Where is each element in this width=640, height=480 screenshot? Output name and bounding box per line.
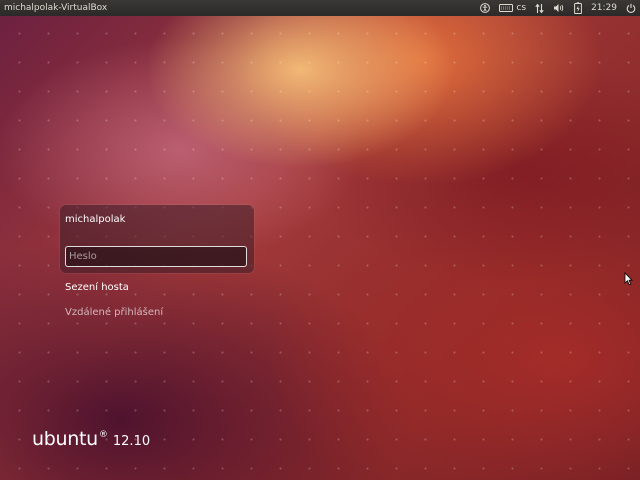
logo-wordmark: ubuntu xyxy=(32,428,98,450)
logo-registered-mark: ® xyxy=(98,430,108,440)
username-label[interactable]: michalpolak xyxy=(65,214,125,225)
indicator-area: cs 21:29 xyxy=(480,0,636,16)
keyboard-icon xyxy=(499,4,514,12)
battery-icon[interactable] xyxy=(574,0,582,16)
network-icon[interactable] xyxy=(535,0,544,16)
guest-session-item[interactable]: Sezení hosta xyxy=(65,282,129,293)
keyboard-indicator[interactable]: cs xyxy=(499,0,526,16)
login-box: michalpolak xyxy=(60,205,254,273)
power-icon[interactable] xyxy=(626,0,636,16)
hostname-title: michalpolak-VirtualBox xyxy=(4,3,108,13)
remote-login-item[interactable]: Vzdálené přihlášení xyxy=(65,307,163,318)
logo-version: 12.10 xyxy=(112,434,151,449)
keyboard-layout-label: cs xyxy=(516,3,527,13)
top-panel: michalpolak-VirtualBox cs 21:29 xyxy=(0,0,640,16)
sound-icon[interactable] xyxy=(553,0,565,16)
ubuntu-logo: ubuntu ® 12.10 xyxy=(32,428,150,450)
clock[interactable]: 21:29 xyxy=(591,0,617,16)
accessibility-icon[interactable] xyxy=(480,0,491,16)
mouse-pointer-icon xyxy=(624,272,633,286)
password-field[interactable] xyxy=(65,246,247,267)
